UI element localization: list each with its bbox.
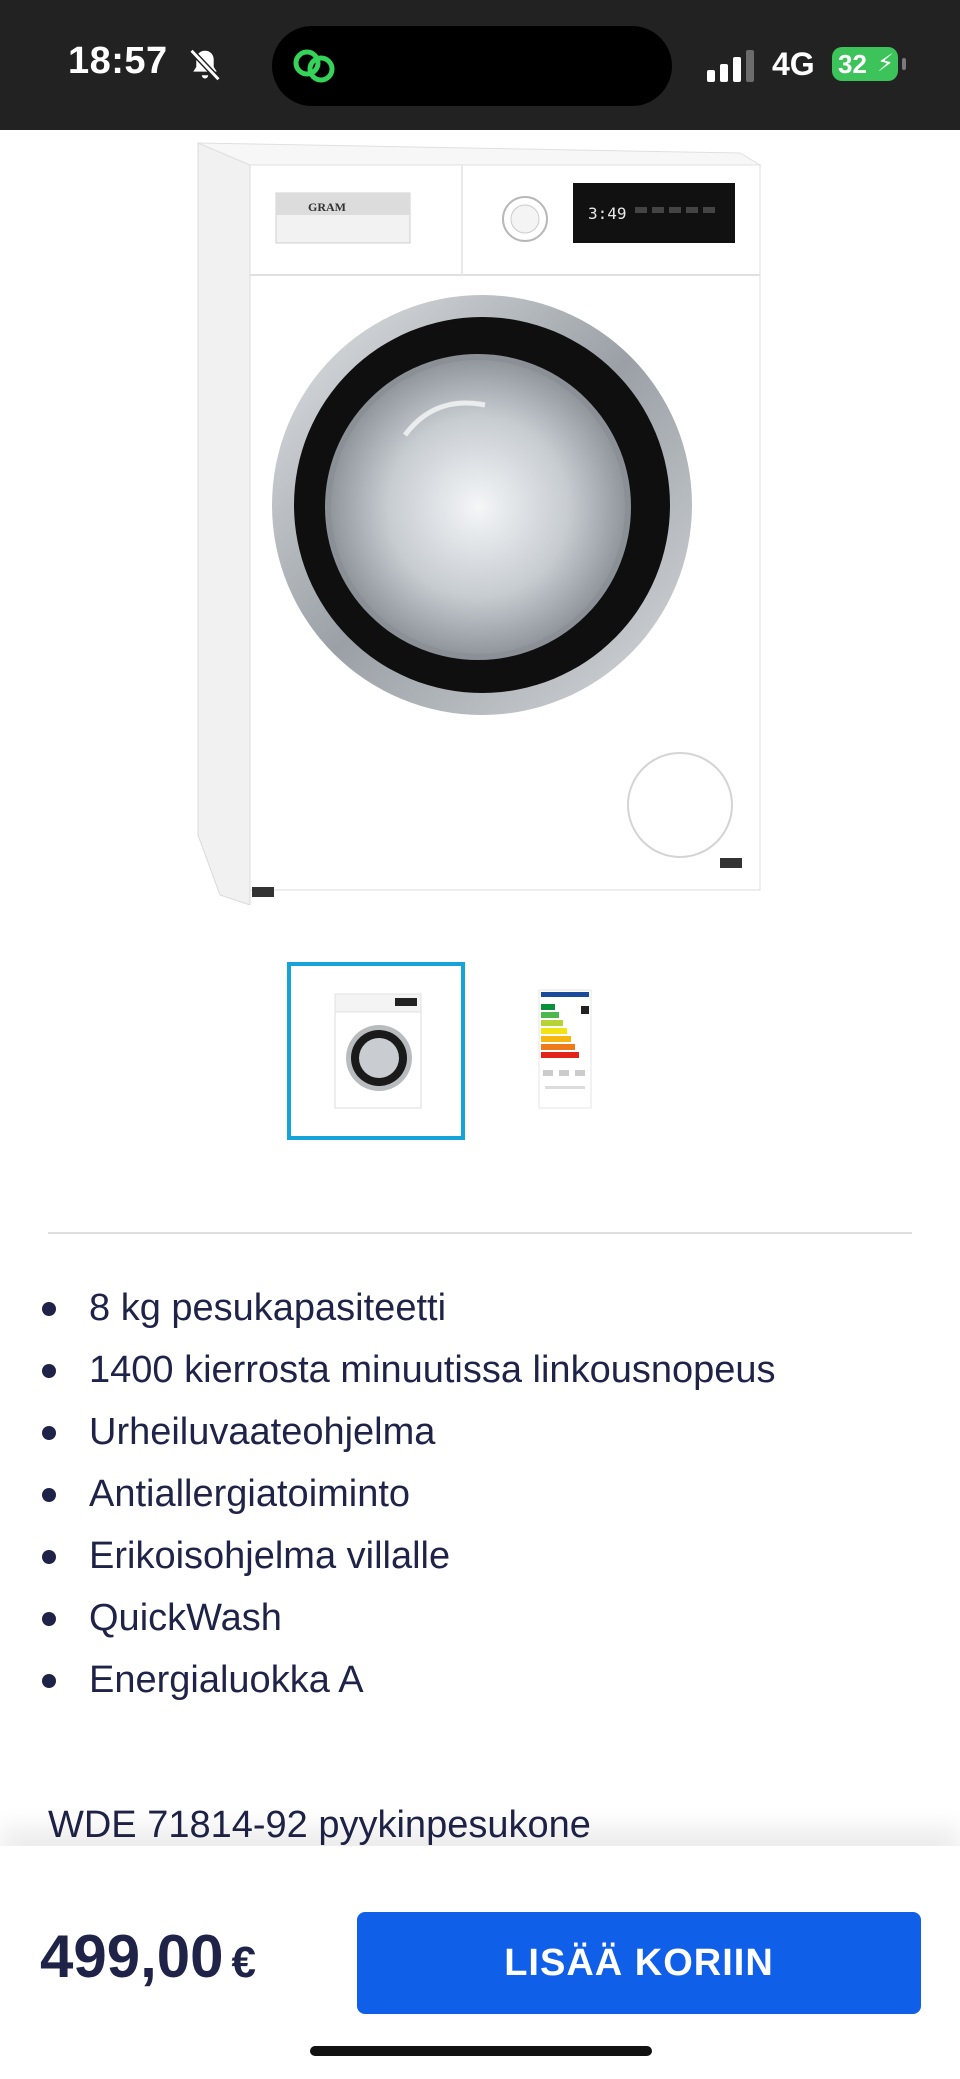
feature-text: 1400 kierrosta minuutissa linkousnopeus [89, 1349, 776, 1391]
feature-text: Urheiluvaateohjelma [89, 1411, 436, 1453]
battery-charging-icon: 32 ⚡ [832, 47, 906, 81]
bullet-icon [42, 1426, 56, 1440]
feature-text: QuickWash [89, 1597, 282, 1639]
price: 499,00 € [40, 1922, 256, 1991]
feature-item: Energialuokka A [0, 1650, 960, 1712]
feature-item: Erikoisohjelma villalle [0, 1526, 960, 1588]
app-link-icon [293, 49, 335, 83]
feature-text: Erikoisohjelma villalle [89, 1535, 451, 1577]
feature-item: QuickWash [0, 1588, 960, 1650]
dynamic-island [272, 26, 672, 106]
feature-text: 8 kg pesukapasiteetti [89, 1287, 447, 1329]
feature-text: Antiallergiatoiminto [89, 1473, 411, 1515]
feature-list: 8 kg pesukapasiteetti 1400 kierrosta min… [0, 1278, 960, 1712]
bullet-icon [42, 1612, 56, 1626]
section-divider [48, 1232, 912, 1234]
bullet-icon [42, 1364, 56, 1378]
bullet-icon [42, 1488, 56, 1502]
display-time: 3:49 [588, 204, 627, 223]
washing-machine-image[interactable]: GRAM 3:49 [180, 135, 780, 905]
bullet-icon [42, 1674, 56, 1688]
thumbnail-1[interactable] [287, 962, 465, 1140]
feature-item: Urheiluvaateohjelma [0, 1402, 960, 1464]
product-name: WDE 71814-92 pyykinpesukone [48, 1804, 591, 1846]
feature-text: Energialuokka A [89, 1659, 364, 1701]
energy-label-thumbnail [538, 989, 592, 1109]
feature-item: 1400 kierrosta minuutissa linkousnopeus [0, 1340, 960, 1402]
status-bar: 18:57 4G 32 ⚡ [0, 0, 960, 130]
washing-machine-thumbnail [334, 993, 422, 1109]
charging-bolt-icon: ⚡ [877, 50, 894, 77]
feature-item: 8 kg pesukapasiteetti [0, 1278, 960, 1340]
battery-level: 32 [838, 49, 867, 79]
bullet-icon [42, 1302, 56, 1316]
status-time: 18:57 [68, 40, 168, 82]
signal-icon [707, 50, 754, 82]
bullet-icon [42, 1550, 56, 1564]
battery-cap [902, 58, 906, 70]
price-currency: € [231, 1938, 256, 1987]
bell-slash-icon [189, 48, 221, 82]
thumbnail-2[interactable] [475, 962, 653, 1140]
network-type: 4G [772, 46, 815, 82]
home-indicator[interactable] [310, 2046, 652, 2056]
feature-item: Antiallergiatoiminto [0, 1464, 960, 1526]
brand-logo: GRAM [308, 200, 346, 214]
add-to-cart-button[interactable]: LISÄÄ KORIIN [357, 1912, 921, 2014]
price-value: 499,00 [40, 1923, 224, 1990]
